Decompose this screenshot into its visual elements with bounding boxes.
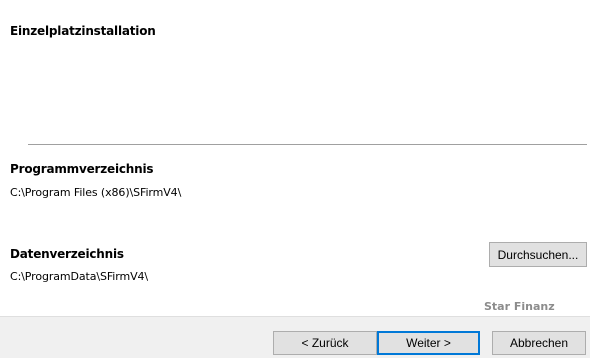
- star-finanz-brand: Star Finanz: [484, 300, 555, 313]
- browse-button[interactable]: Durchsuchen...: [489, 242, 587, 267]
- installer-content-panel: Einzelplatzinstallation Programmverzeich…: [0, 0, 590, 316]
- program-directory-path: C:\Program Files (x86)\SFirmV4\: [10, 186, 182, 199]
- install-type-title: Einzelplatzinstallation: [10, 24, 156, 38]
- program-directory-title: Programmverzeichnis: [10, 162, 154, 176]
- footer-separator: [0, 316, 590, 317]
- data-directory-path: C:\ProgramData\SFirmV4\: [10, 270, 149, 283]
- installer-window: Einzelplatzinstallation Programmverzeich…: [0, 0, 590, 358]
- data-directory-title: Datenverzeichnis: [10, 247, 124, 261]
- next-button[interactable]: Weiter >: [377, 331, 480, 355]
- back-button[interactable]: < Zurück: [273, 331, 377, 355]
- cancel-button[interactable]: Abbrechen: [492, 331, 586, 355]
- section-divider: [28, 144, 587, 145]
